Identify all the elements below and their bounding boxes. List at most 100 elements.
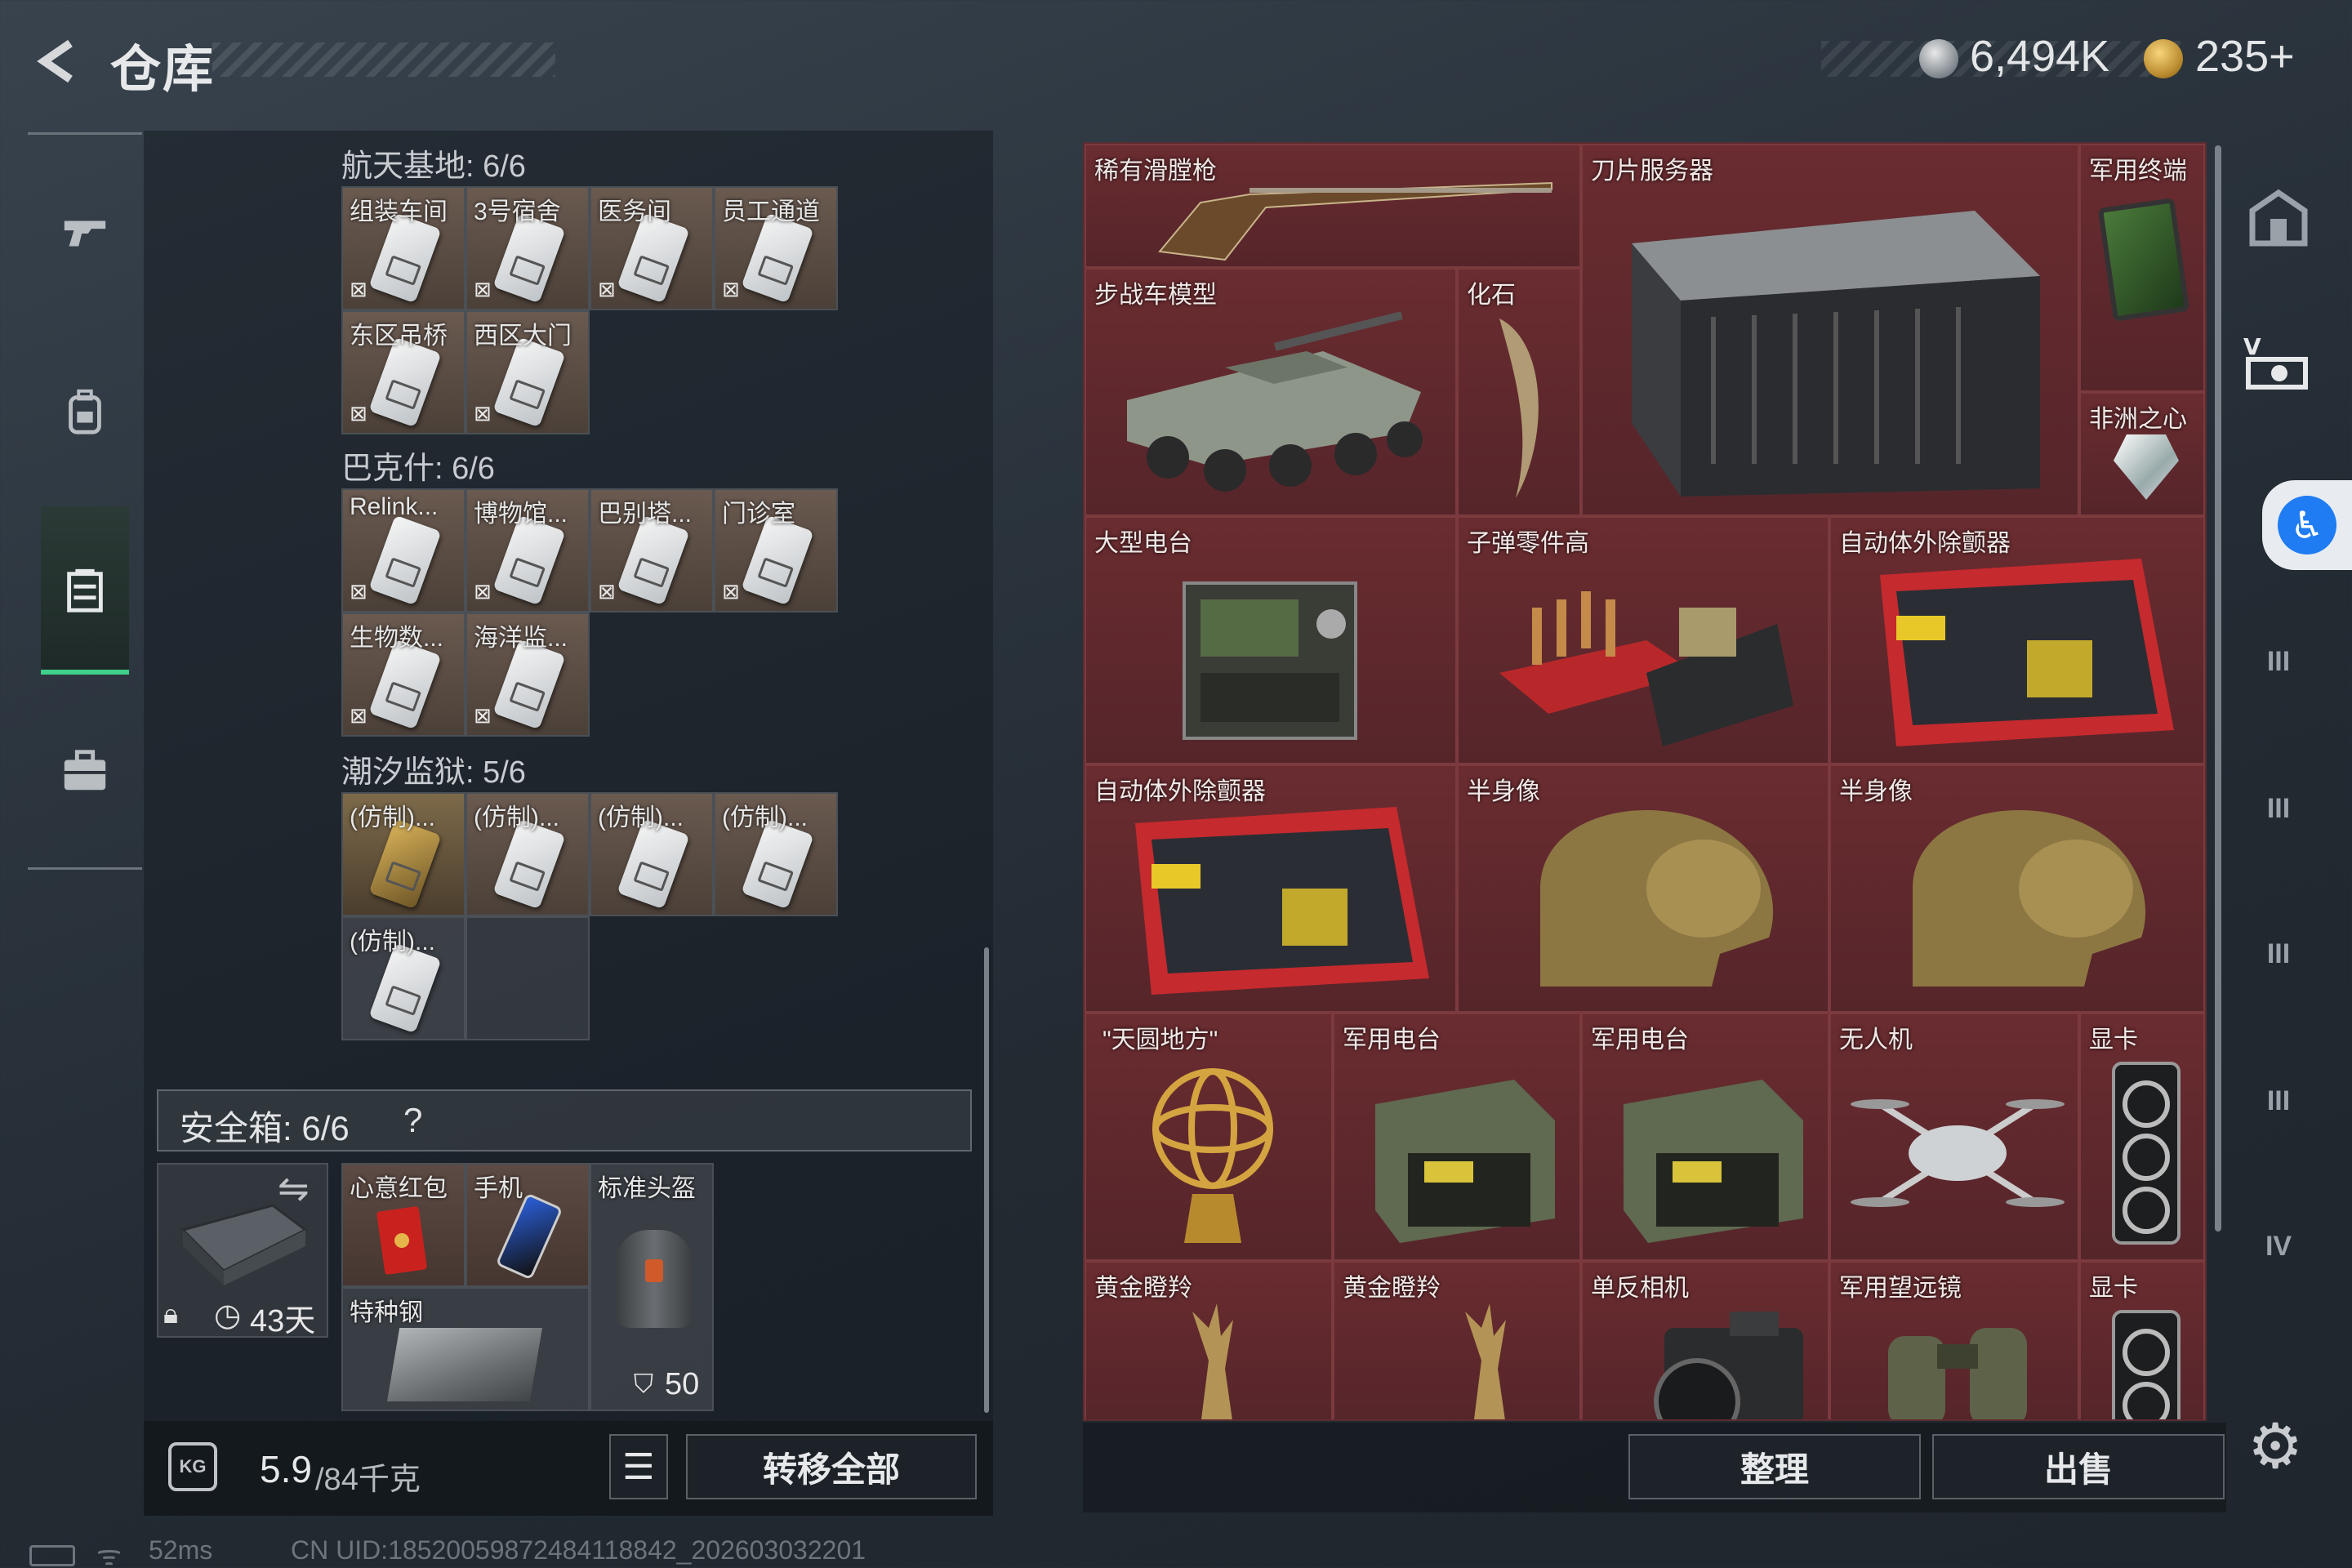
keycard-slot[interactable]: 西区大门 ⊠ — [466, 310, 590, 434]
grid-item[interactable]: 无人机 — [1829, 1013, 2079, 1261]
grid-item[interactable]: 自动体外除颤器 — [1085, 764, 1457, 1013]
item-label: 大型电台 — [1094, 530, 1192, 557]
nav-tier-v[interactable]: V — [2238, 322, 2319, 403]
grid-item[interactable]: 显卡 — [2079, 1261, 2205, 1419]
grid-item[interactable]: 军用望远镜 — [1829, 1261, 2079, 1419]
aed-icon — [1880, 559, 2174, 746]
back-button[interactable] — [24, 33, 90, 90]
grid-item[interactable]: 步战车模型 — [1085, 268, 1457, 516]
nav-divider — [28, 132, 142, 135]
grid-item[interactable]: 化石 — [1457, 268, 1581, 516]
section-title: 航天基地: 6/6 — [341, 149, 526, 184]
nav-stash[interactable] — [42, 549, 127, 634]
gold-coin-value[interactable]: 235+ — [2195, 31, 2295, 82]
keycard-slot[interactable]: (仿制)... — [590, 792, 714, 916]
lock-icon: 🔒︎ — [163, 1298, 179, 1330]
slot-label: 标准头盔 — [598, 1175, 696, 1202]
gear-icon[interactable]: ⚙ — [2247, 1410, 2303, 1482]
grid-scrollbar[interactable] — [2215, 145, 2221, 1232]
nav-divider — [28, 867, 142, 870]
keycard-slot[interactable]: 巴别塔... ⊠ — [590, 488, 714, 612]
keycard-slot[interactable]: 海洋监... ⊠ — [466, 612, 590, 737]
item-label: 黄金瞪羚 — [1094, 1275, 1192, 1302]
nav-briefcase[interactable] — [42, 728, 127, 813]
keycard-slot[interactable]: 组装车间 ⊠ — [341, 186, 466, 310]
grid-item[interactable]: 单反相机 — [1581, 1261, 1829, 1419]
keycard-slot[interactable]: 生物数... ⊠ — [341, 612, 466, 737]
item-label: 无人机 — [1839, 1027, 1913, 1054]
aed-icon — [1135, 807, 1429, 995]
keycard-slot[interactable]: 东区吊桥 ⊠ — [341, 310, 466, 434]
grid-item[interactable]: "天圆地方" — [1085, 1013, 1333, 1261]
item-label: 稀有滑膛枪 — [1094, 158, 1217, 185]
keycard-slot[interactable]: 博物馆... ⊠ — [466, 488, 590, 612]
item-label: 步战车模型 — [1094, 282, 1217, 309]
tier-label: III — [2266, 792, 2291, 824]
grid-item[interactable]: 稀有滑膛枪 — [1085, 144, 1581, 268]
grid-item[interactable]: 自动体外除颤器 — [1829, 516, 2205, 764]
list-icon: ☰ — [622, 1446, 655, 1487]
grid-item[interactable]: 非洲之心 — [2079, 392, 2205, 516]
grid-item[interactable]: 大型电台 — [1085, 516, 1457, 764]
nav-tier-item[interactable]: III — [2238, 768, 2319, 849]
slot-label: 博物馆... — [474, 501, 568, 528]
sort-button[interactable]: 整理 — [1628, 1434, 1921, 1499]
help-button[interactable]: ? — [403, 1101, 422, 1140]
grid-item[interactable]: 半身像 — [1829, 764, 2205, 1013]
gun-icon — [64, 220, 106, 247]
nav-backpack[interactable] — [42, 369, 127, 454]
item-label: 显卡 — [2089, 1275, 2138, 1302]
red-envelope-icon — [376, 1205, 428, 1276]
keycard-slot[interactable]: (仿制)... — [714, 792, 838, 916]
nav-safehouse[interactable] — [2238, 178, 2319, 260]
section-title: 潮汐监狱: 5/6 — [341, 755, 526, 790]
grid-item[interactable]: 子弹零件高 — [1457, 516, 1829, 764]
nav-tier-item[interactable]: III — [2238, 913, 2319, 995]
swap-icon[interactable]: ⇋ — [278, 1166, 310, 1210]
keycard-slot[interactable]: (仿制)... — [341, 916, 466, 1040]
slot-label: (仿制)... — [722, 804, 808, 831]
nav-tier-item[interactable]: IV — [2238, 1205, 2319, 1287]
gold-coin-icon — [2144, 39, 2183, 78]
grid-item[interactable]: 黄金瞪羚 — [1333, 1261, 1581, 1419]
grid-item[interactable]: 半身像 — [1457, 764, 1829, 1013]
no-trade-icon: ⊠ — [722, 277, 740, 301]
slot-label: 手机 — [474, 1175, 523, 1202]
keycard-slot[interactable]: 门诊室 ⊠ — [714, 488, 838, 612]
grid-item[interactable]: 黄金瞪羚 — [1085, 1261, 1333, 1419]
fossil-claw-icon — [1499, 318, 1539, 498]
grid-item[interactable]: 军用终端 — [2079, 144, 2205, 392]
grid-item[interactable]: 军用电台 — [1581, 1013, 1829, 1261]
graphics-card-icon — [2112, 1310, 2180, 1419]
nav-tier-item[interactable]: III — [2238, 621, 2319, 702]
grid-item[interactable]: 刀片服务器 — [1581, 144, 2079, 516]
nav-tier-item[interactable]: III — [2238, 1060, 2319, 1142]
dslr-camera-icon — [1654, 1312, 1803, 1419]
safe-item-slot[interactable]: 标准头盔 ⛉ 50 — [590, 1163, 714, 1411]
list-view-button[interactable]: ☰ — [609, 1434, 668, 1499]
keycard-slot[interactable]: (仿制)... — [341, 792, 466, 916]
item-label: 单反相机 — [1591, 1275, 1689, 1302]
sell-button[interactable]: 出售 — [1932, 1434, 2225, 1499]
briefcase-icon — [64, 750, 106, 791]
keycard-slot[interactable]: Relink... ⊠ — [341, 488, 466, 612]
safe-item-slot[interactable]: 心意红包 — [341, 1163, 466, 1287]
grid-item[interactable]: 军用电台 — [1333, 1013, 1581, 1261]
keycard-slot[interactable]: (仿制)... — [466, 792, 590, 916]
transfer-all-button[interactable]: 转移全部 — [686, 1434, 977, 1499]
stash-scrollbar[interactable] — [984, 947, 989, 1413]
nav-weapons[interactable] — [42, 189, 127, 274]
empty-slot[interactable] — [466, 916, 590, 1040]
wifi-icon: ᯤ — [96, 1540, 122, 1568]
accessibility-button[interactable]: ♿︎ — [2262, 480, 2352, 570]
safe-item-slot[interactable]: 手机 — [466, 1163, 590, 1287]
keycard-slot[interactable]: 3号宿舍 ⊠ — [466, 186, 590, 310]
keycard-slot[interactable]: 医务间 ⊠ — [590, 186, 714, 310]
no-trade-icon: ⊠ — [474, 579, 492, 604]
grid-item[interactable]: 显卡 — [2079, 1013, 2205, 1261]
svg-text:V: V — [2243, 333, 2261, 360]
keycard-slot[interactable]: 员工通道 ⊠ — [714, 186, 838, 310]
safe-item-slot[interactable]: 特种钢 — [341, 1287, 590, 1411]
safe-box-title: 安全箱: 6/6 — [180, 1109, 350, 1147]
slot-label: 门诊室 — [722, 501, 795, 528]
